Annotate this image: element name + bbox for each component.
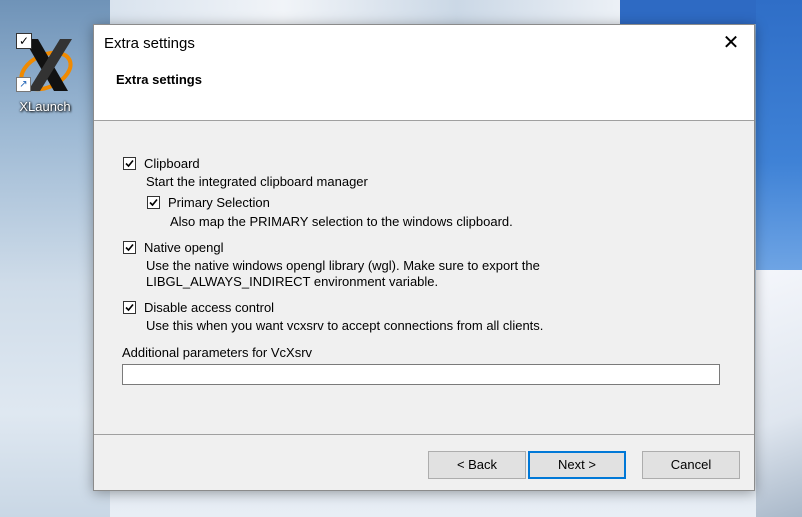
options-panel: Clipboard Start the integrated clipboard… — [94, 121, 754, 433]
additional-parameters-input[interactable] — [122, 364, 720, 385]
footer-divider — [94, 434, 754, 435]
native-opengl-description-line-2: LIBGL_ALWAYS_INDIRECT environment variab… — [146, 274, 439, 289]
clipboard-checkbox[interactable] — [123, 157, 136, 170]
back-button[interactable]: < Back — [428, 451, 526, 479]
desktop-wallpaper-sky — [756, 0, 802, 270]
cancel-button[interactable]: Cancel — [642, 451, 740, 479]
disable-access-control-option[interactable]: Disable access control — [123, 300, 274, 315]
desktop-wallpaper-snow — [110, 0, 630, 24]
next-button[interactable]: Next > — [528, 451, 626, 479]
native-opengl-checkbox[interactable] — [123, 241, 136, 254]
shortcut-arrow-icon: ↗ — [16, 77, 31, 92]
close-icon: ✕ — [722, 32, 740, 54]
desktop-wallpaper-mountain — [756, 270, 802, 517]
clipboard-option[interactable]: Clipboard — [123, 156, 200, 171]
disable-access-control-checkbox[interactable] — [123, 301, 136, 314]
native-opengl-label: Native opengl — [144, 240, 224, 255]
disable-access-control-label: Disable access control — [144, 300, 275, 315]
extra-settings-dialog: Extra settings ✕ Extra settings Clipboar… — [93, 24, 755, 491]
disable-access-control-description: Use this when you want vcxsrv to accept … — [146, 318, 544, 333]
native-opengl-option[interactable]: Native opengl — [123, 240, 224, 255]
primary-selection-checkbox[interactable] — [147, 196, 160, 209]
page-heading: Extra settings — [116, 72, 202, 87]
primary-selection-description: Also map the PRIMARY selection to the wi… — [170, 214, 513, 229]
window-title: Extra settings — [104, 35, 195, 52]
desktop-icon-checkbox[interactable]: ✓ — [16, 33, 32, 49]
desktop-icon-label: XLaunch — [19, 99, 71, 114]
close-button[interactable]: ✕ — [708, 25, 754, 62]
clipboard-label: Clipboard — [144, 156, 200, 171]
checkmark-icon — [125, 243, 134, 252]
header-band: Extra settings — [94, 62, 754, 121]
native-opengl-description-line-1: Use the native windows opengl library (w… — [146, 258, 540, 273]
desktop-icon-xlaunch[interactable]: ✓ ↗ XLaunch — [12, 33, 78, 117]
primary-selection-option[interactable]: Primary Selection — [147, 195, 270, 210]
additional-parameters-label: Additional parameters for VcXsrv — [122, 345, 313, 360]
checkmark-icon — [149, 198, 158, 207]
primary-selection-label: Primary Selection — [168, 195, 270, 210]
clipboard-description: Start the integrated clipboard manager — [146, 174, 368, 189]
title-bar[interactable]: Extra settings ✕ — [94, 25, 754, 62]
checkmark-icon — [125, 303, 134, 312]
checkmark-icon — [125, 159, 134, 168]
